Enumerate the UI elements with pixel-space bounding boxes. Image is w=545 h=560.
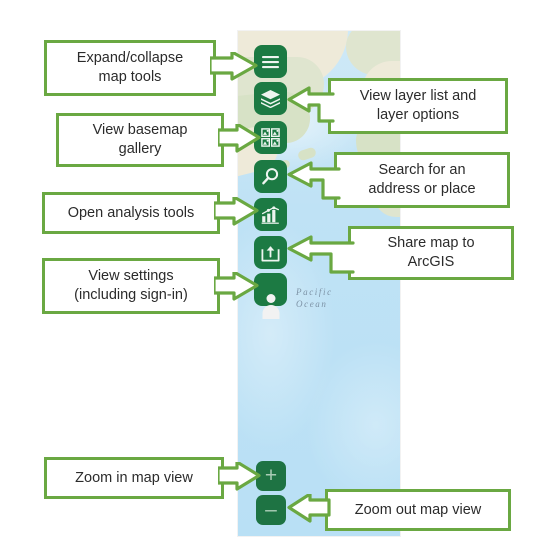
share-map-button[interactable] [254,236,287,269]
magnifier-icon [261,167,280,186]
callout-arrow-view-settings [214,272,260,304]
callout-analysis-tools: Open analysis tools [42,192,220,234]
callout-layer-list: View layer list and layer options [328,78,508,134]
layer-list-button[interactable] [254,82,287,115]
callout-expand-collapse: Expand/collapse map tools [44,40,216,96]
callout-arrow-expand-collapse [210,52,260,84]
callout-arrow-zoom-out [287,494,331,526]
callout-basemap-gallery: View basemap gallery [56,113,224,167]
search-button[interactable] [254,160,287,193]
layers-icon [260,89,281,108]
annotated-map-figure: Pacific Ocean + – Expand/collapse map to… [0,0,545,560]
basemap-grid-icon [261,128,280,147]
callout-arrow-search [287,160,341,204]
callout-search: Search for an address or place [334,152,510,208]
minus-icon: – [265,497,277,521]
callout-arrow-layer-list [287,85,335,127]
callout-arrow-share-map [287,234,355,278]
zoom-out-button[interactable]: – [256,495,286,525]
plus-icon: + [264,463,278,487]
hamburger-menu-icon [261,55,280,69]
callout-view-settings: View settings (including sign-in) [42,258,220,314]
callout-arrow-zoom-in [218,462,262,494]
callout-share-map: Share map to ArcGIS [348,226,514,280]
bar-chart-icon [261,205,280,224]
callout-zoom-out: Zoom out map view [325,489,511,531]
landmass-island-a [250,31,284,43]
callout-arrow-basemap-gallery [218,124,262,156]
share-arrow-icon [261,243,280,262]
pacific-ocean-label: Pacific Ocean [296,287,333,309]
callout-arrow-analysis-tools [214,197,260,229]
callout-zoom-in: Zoom in map view [44,457,224,499]
